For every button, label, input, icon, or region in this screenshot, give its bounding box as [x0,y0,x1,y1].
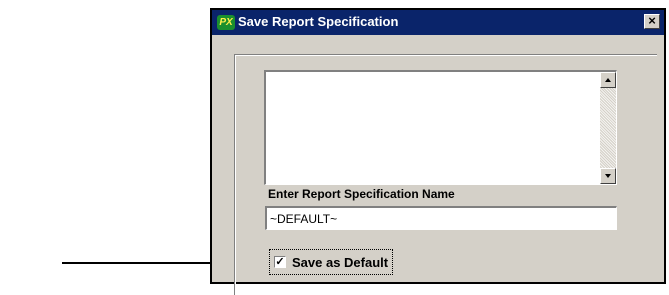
checkmark-icon: ✓ [275,256,285,268]
dialog-titlebar[interactable]: PX Save Report Specification × [212,10,664,35]
vertical-scrollbar[interactable] [600,72,616,184]
scroll-up-button[interactable] [600,72,616,88]
close-button[interactable]: × [644,14,660,29]
save-as-default-label: Save as Default [292,254,389,270]
close-icon: × [648,13,656,28]
spec-textarea[interactable] [264,70,617,185]
save-as-default-checkbox[interactable]: ✓ [274,256,286,268]
report-name-input[interactable] [265,206,617,230]
save-report-dialog: PX Save Report Specification × Enter Rep… [210,8,666,295]
scroll-down-button[interactable] [600,168,616,184]
save-as-default-option[interactable]: ✓ Save as Default [269,249,394,275]
dialog-title: Save Report Specification [238,14,399,29]
name-field-label: Enter Report Specification Name [268,187,455,201]
app-icon: PX [217,15,235,30]
scroll-up-icon [605,78,611,82]
scroll-down-icon [605,174,611,178]
